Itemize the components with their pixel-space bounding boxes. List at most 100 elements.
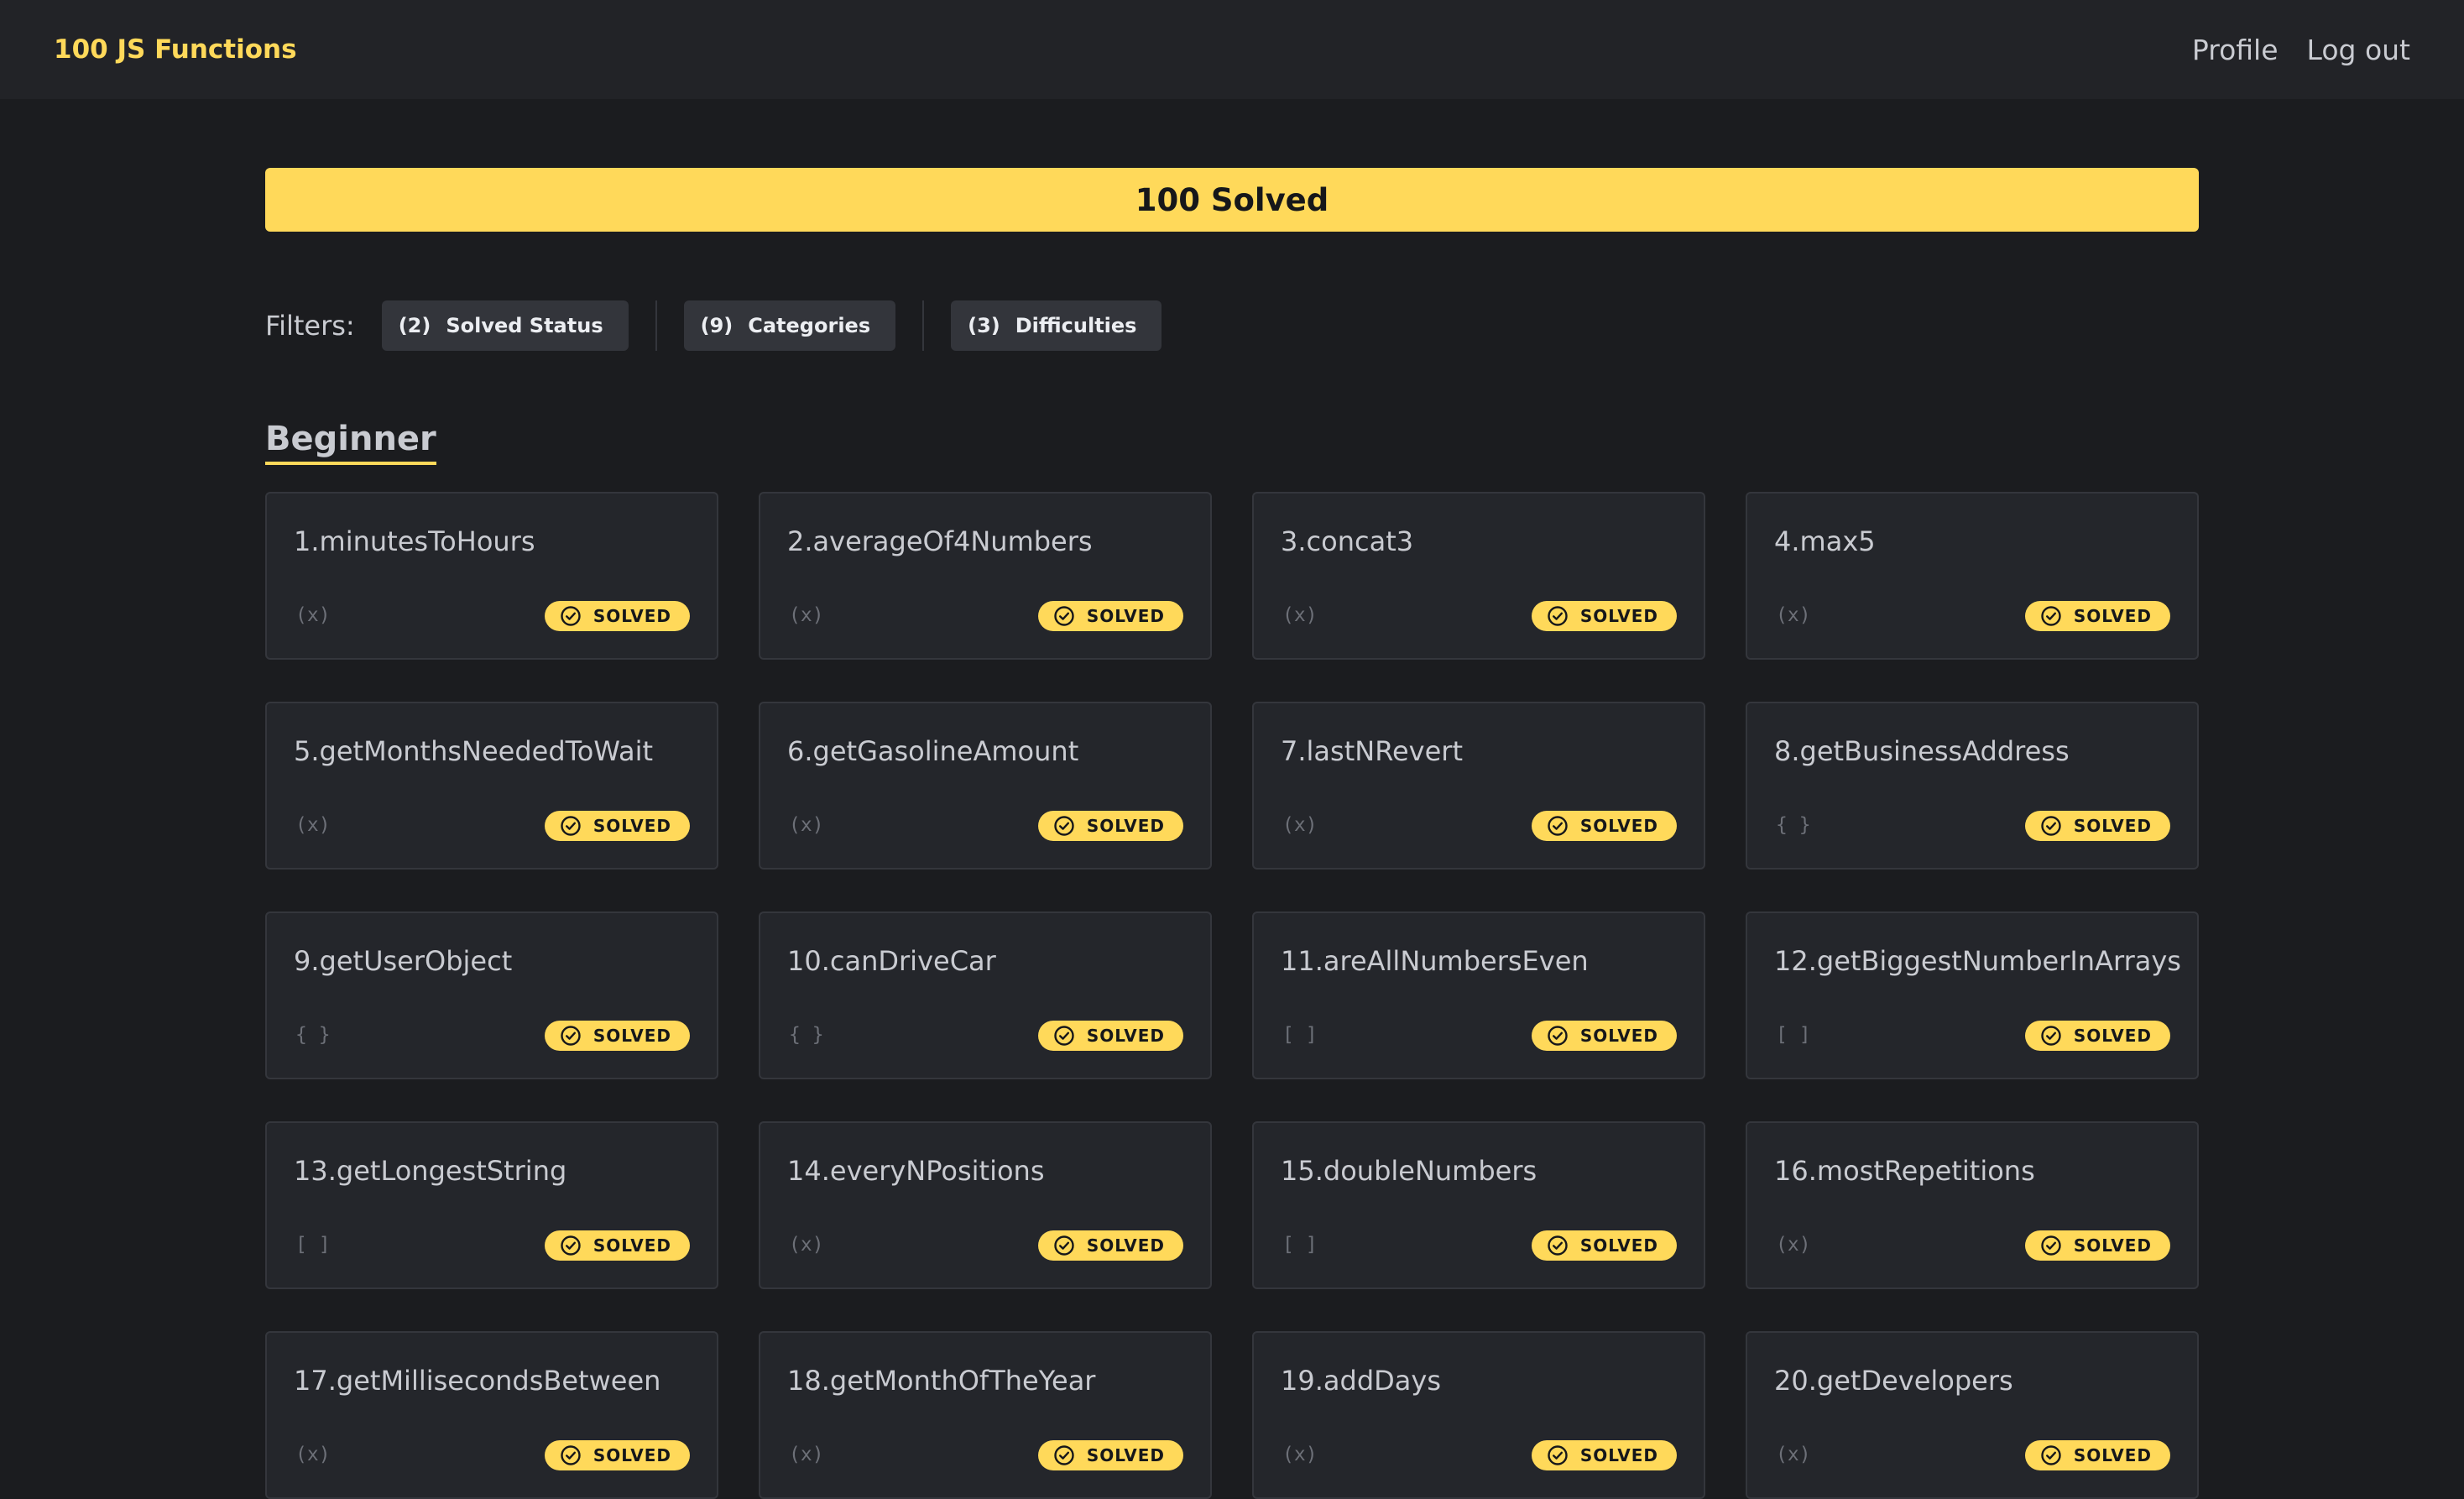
- problem-card[interactable]: 15.doubleNumbers [ ] SOLVED: [1252, 1121, 1705, 1289]
- solved-badge-label: SOLVED: [1579, 606, 1658, 626]
- problem-grid: 1.minutesToHours (x) SOLVED 2.averageOf4…: [265, 492, 2199, 1499]
- problem-type-icon: (x): [1776, 1234, 1811, 1256]
- solved-badge-label: SOLVED: [1579, 1026, 1658, 1046]
- problem-type-icon: [ ]: [295, 1234, 331, 1256]
- solved-badge-label: SOLVED: [2073, 1026, 2152, 1046]
- solved-badge: SOLVED: [544, 601, 690, 631]
- solved-badge: SOLVED: [544, 1230, 690, 1261]
- check-circle-icon: [2041, 1445, 2061, 1465]
- problem-card[interactable]: 16.mostRepetitions (x) SOLVED: [1746, 1121, 2199, 1289]
- problem-card[interactable]: 5.getMonthsNeededToWait (x) SOLVED: [265, 702, 718, 870]
- problem-card[interactable]: 3.concat3 (x) SOLVED: [1252, 492, 1705, 660]
- problem-title: 2.averageOf4Numbers: [787, 525, 1093, 557]
- problem-card[interactable]: 7.lastNRevert (x) SOLVED: [1252, 702, 1705, 870]
- problem-type-icon: (x): [1282, 1444, 1318, 1465]
- problem-title: 3.concat3: [1281, 525, 1414, 557]
- problem-type-icon: (x): [789, 604, 824, 626]
- solved-badge: SOLVED: [2024, 1021, 2170, 1051]
- problem-title: 16.mostRepetitions: [1774, 1155, 2035, 1187]
- problem-card[interactable]: 18.getMonthOfTheYear (x) SOLVED: [759, 1331, 1212, 1499]
- problem-title: 10.canDriveCar: [787, 945, 996, 977]
- problem-card[interactable]: 1.minutesToHours (x) SOLVED: [265, 492, 718, 660]
- filter-count: (2): [398, 314, 431, 337]
- solved-badge: SOLVED: [1037, 1440, 1183, 1470]
- problem-title: 12.getBiggestNumberInArrays: [1774, 945, 2181, 977]
- check-circle-icon: [2041, 816, 2061, 836]
- solved-badge: SOLVED: [1037, 1230, 1183, 1261]
- problem-title: 13.getLongestString: [294, 1155, 567, 1187]
- problem-card[interactable]: 12.getBiggestNumberInArrays [ ] SOLVED: [1746, 911, 2199, 1079]
- solved-badge-label: SOLVED: [1579, 1235, 1658, 1256]
- solved-badge-label: SOLVED: [2073, 1235, 2152, 1256]
- check-circle-icon: [561, 1445, 581, 1465]
- brand-link[interactable]: 100 JS Functions: [54, 34, 297, 65]
- solved-badge-label: SOLVED: [593, 816, 671, 836]
- problem-type-icon: [ ]: [1282, 1234, 1318, 1256]
- problem-card[interactable]: 9.getUserObject { } SOLVED: [265, 911, 718, 1079]
- problem-type-icon: (x): [295, 604, 331, 626]
- problem-card[interactable]: 14.everyNPositions (x) SOLVED: [759, 1121, 1212, 1289]
- problem-type-icon: (x): [789, 814, 824, 836]
- problem-card[interactable]: 4.max5 (x) SOLVED: [1746, 492, 2199, 660]
- solved-badge-label: SOLVED: [2073, 816, 2152, 836]
- check-circle-icon: [1548, 1445, 1568, 1465]
- problem-title: 17.getMillisecondsBetween: [294, 1365, 661, 1397]
- solved-badge: SOLVED: [2024, 1230, 2170, 1261]
- navbar: 100 JS Functions Profile Log out: [0, 0, 2464, 99]
- problem-card[interactable]: 2.averageOf4Numbers (x) SOLVED: [759, 492, 1212, 660]
- filter-solved-status-button[interactable]: (2) Solved Status: [381, 300, 629, 351]
- filters-label: Filters:: [265, 310, 355, 342]
- problem-title: 9.getUserObject: [294, 945, 513, 977]
- filter-difficulties-button[interactable]: (3) Difficulties: [951, 300, 1162, 351]
- problem-type-icon: (x): [789, 1444, 824, 1465]
- filter-categories-button[interactable]: (9) Categories: [683, 300, 896, 351]
- check-circle-icon: [561, 816, 581, 836]
- check-circle-icon: [1054, 816, 1074, 836]
- problem-type-icon: (x): [1776, 1444, 1811, 1465]
- solved-progress-bar: 100 Solved: [265, 168, 2199, 232]
- solved-badge: SOLVED: [1037, 601, 1183, 631]
- check-circle-icon: [1054, 606, 1074, 626]
- solved-badge-label: SOLVED: [1086, 1235, 1165, 1256]
- solved-badge: SOLVED: [1531, 1021, 1677, 1051]
- solved-badge-label: SOLVED: [1579, 816, 1658, 836]
- problem-card[interactable]: 13.getLongestString [ ] SOLVED: [265, 1121, 718, 1289]
- problem-title: 14.everyNPositions: [787, 1155, 1045, 1187]
- problem-type-icon: (x): [295, 814, 331, 836]
- problem-title: 1.minutesToHours: [294, 525, 535, 557]
- problem-type-icon: (x): [1282, 814, 1318, 836]
- check-circle-icon: [561, 606, 581, 626]
- solved-badge: SOLVED: [544, 811, 690, 841]
- section-title-beginner: Beginner: [265, 420, 436, 465]
- filter-divider: [922, 300, 925, 351]
- check-circle-icon: [1548, 1235, 1568, 1256]
- solved-badge-label: SOLVED: [1579, 1445, 1658, 1465]
- solved-badge: SOLVED: [1531, 601, 1677, 631]
- solved-badge: SOLVED: [544, 1440, 690, 1470]
- filter-count: (9): [700, 314, 733, 337]
- problem-type-icon: { }: [295, 1024, 331, 1046]
- problem-type-icon: { }: [789, 1024, 824, 1046]
- solved-badge: SOLVED: [1037, 1021, 1183, 1051]
- solved-badge: SOLVED: [1531, 811, 1677, 841]
- solved-badge-label: SOLVED: [593, 1235, 671, 1256]
- filters-bar: Filters: (2) Solved Status (9) Categorie…: [265, 300, 2199, 351]
- profile-link[interactable]: Profile: [2192, 34, 2279, 66]
- filter-label: Difficulties: [1015, 314, 1137, 337]
- problem-card[interactable]: 19.addDays (x) SOLVED: [1252, 1331, 1705, 1499]
- problem-type-icon: { }: [1776, 814, 1811, 836]
- problem-title: 7.lastNRevert: [1281, 735, 1463, 767]
- problem-card[interactable]: 10.canDriveCar { } SOLVED: [759, 911, 1212, 1079]
- logout-link[interactable]: Log out: [2307, 34, 2410, 66]
- solved-badge-label: SOLVED: [593, 1445, 671, 1465]
- problem-card[interactable]: 11.areAllNumbersEven [ ] SOLVED: [1252, 911, 1705, 1079]
- solved-badge: SOLVED: [2024, 811, 2170, 841]
- problem-card[interactable]: 20.getDevelopers (x) SOLVED: [1746, 1331, 2199, 1499]
- problem-card[interactable]: 8.getBusinessAddress { } SOLVED: [1746, 702, 2199, 870]
- solved-badge: SOLVED: [2024, 1440, 2170, 1470]
- problem-type-icon: (x): [789, 1234, 824, 1256]
- problem-card[interactable]: 17.getMillisecondsBetween (x) SOLVED: [265, 1331, 718, 1499]
- problem-card[interactable]: 6.getGasolineAmount (x) SOLVED: [759, 702, 1212, 870]
- solved-progress-label: 100 Solved: [1135, 181, 1329, 218]
- problem-type-icon: (x): [295, 1444, 331, 1465]
